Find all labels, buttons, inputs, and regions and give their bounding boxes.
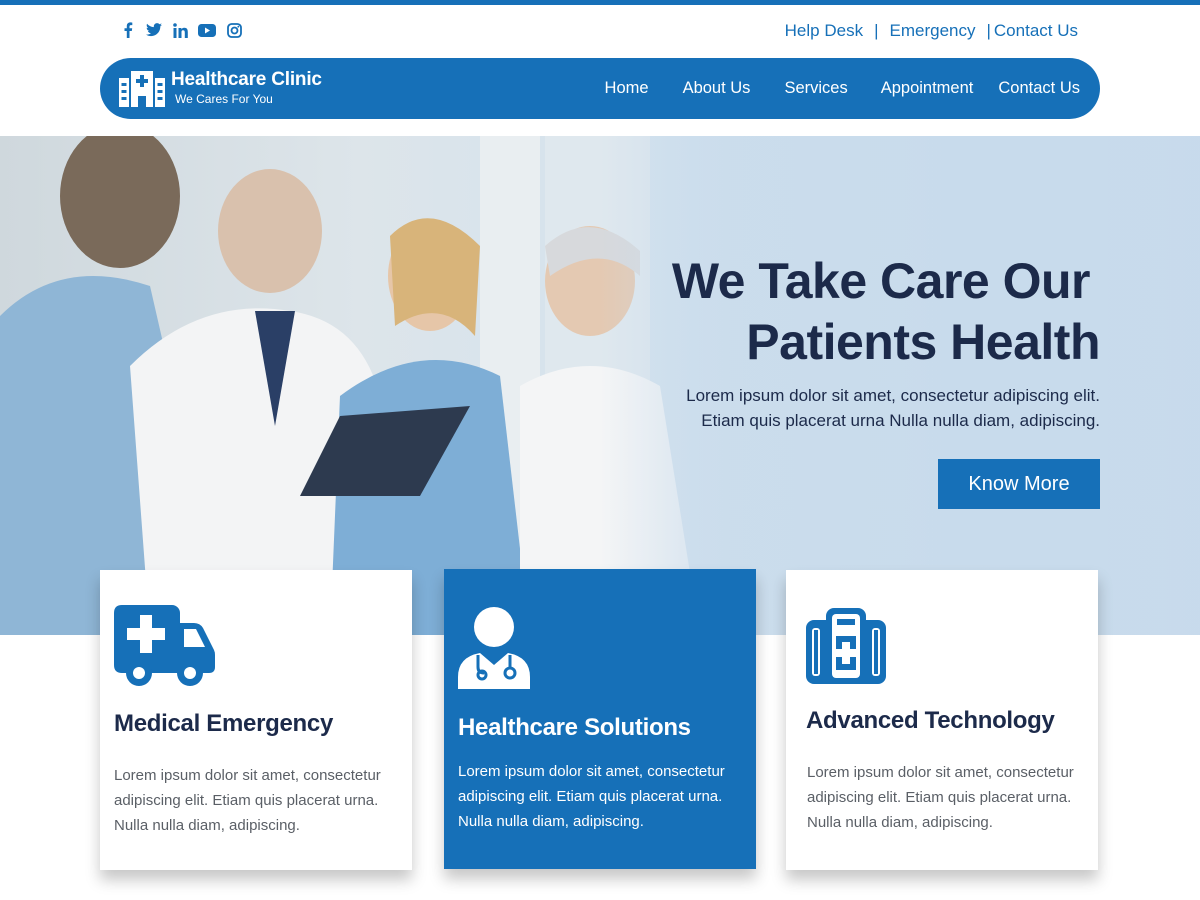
feature-card-advanced-technology[interactable]: Advanced Technology Lorem ipsum dolor si… — [786, 570, 1098, 870]
doctor-icon — [458, 607, 530, 689]
card-text: Lorem ipsum dolor sit amet, consectetur … — [458, 763, 725, 830]
link-separator: | — [874, 21, 879, 40]
medical-kit-icon — [806, 608, 886, 684]
twitter-icon[interactable] — [146, 22, 162, 38]
facebook-icon[interactable] — [120, 22, 136, 38]
feature-card-medical-emergency[interactable]: Medical Emergency Lorem ipsum dolor sit … — [100, 570, 412, 870]
social-links — [120, 22, 242, 38]
hero-title-line: Patients Health — [746, 314, 1100, 370]
help-desk-link[interactable]: Help Desk — [785, 21, 863, 41]
site-logo[interactable]: Healthcare Clinic We Cares For You — [119, 69, 322, 107]
card-title: Healthcare Solutions — [458, 714, 691, 741]
nav-home[interactable]: Home — [605, 79, 649, 98]
emergency-link[interactable]: Emergency — [890, 21, 976, 41]
linkedin-icon[interactable] — [172, 22, 188, 38]
nav-appointment[interactable]: Appointment — [881, 79, 974, 98]
hero-title-line: We Take Care Our — [671, 253, 1091, 309]
card-title: Medical Emergency — [114, 710, 333, 737]
instagram-icon[interactable] — [226, 22, 242, 38]
nav-about-us[interactable]: About Us — [683, 79, 751, 98]
hero-banner: We Take Care Our Patients Health Lorem i… — [0, 136, 1200, 635]
youtube-icon[interactable] — [198, 22, 216, 38]
primary-nav: Home About Us Services Appointment Conta… — [605, 58, 1080, 119]
logo-title: Healthcare Clinic — [171, 69, 322, 90]
card-text: Lorem ipsum dolor sit amet, consectetur … — [807, 764, 1074, 831]
ambulance-icon — [114, 605, 215, 686]
hero-subtitle-line: Etiam quis placerat urna Nulla nulla dia… — [701, 411, 1100, 430]
card-title: Advanced Technology — [806, 707, 1055, 734]
hero-subtitle-line: Lorem ipsum dolor sit amet, consectetur … — [686, 386, 1100, 405]
link-separator: | — [986, 21, 991, 40]
nav-services[interactable]: Services — [784, 79, 847, 98]
top-accent-bar — [0, 0, 1200, 5]
logo-tagline: We Cares For You — [175, 92, 273, 106]
utility-links: Help Desk | Emergency | Contact Us — [785, 21, 1078, 41]
hero-title: We Take Care Our Patients Health — [671, 251, 1101, 373]
card-text: Lorem ipsum dolor sit amet, consectetur … — [114, 767, 381, 834]
feature-card-healthcare-solutions[interactable]: Healthcare Solutions Lorem ipsum dolor s… — [444, 569, 756, 869]
hero-subtitle: Lorem ipsum dolor sit amet, consectetur … — [686, 383, 1100, 433]
know-more-button[interactable]: Know More — [938, 459, 1100, 509]
main-navbar: Healthcare Clinic We Cares For You Home … — [100, 58, 1100, 119]
hospital-building-icon — [119, 71, 165, 107]
nav-contact-us[interactable]: Contact Us — [998, 79, 1080, 98]
contact-us-top-link[interactable]: Contact Us — [994, 21, 1078, 41]
